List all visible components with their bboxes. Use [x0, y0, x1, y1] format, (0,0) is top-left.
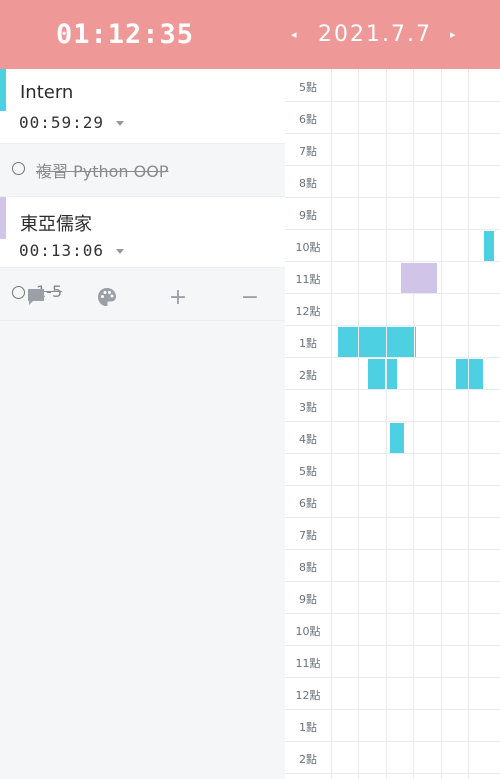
time-block[interactable]	[390, 423, 404, 453]
grid-row-line	[285, 229, 500, 230]
time-block[interactable]	[401, 263, 437, 293]
grid-row-line	[285, 773, 500, 774]
task-timer: 00:59:29	[19, 113, 105, 132]
time-block[interactable]	[387, 359, 397, 389]
time-block[interactable]	[415, 327, 416, 357]
task-name: Intern	[20, 82, 74, 103]
add-button[interactable]: +	[166, 286, 190, 310]
grid-column-line	[386, 69, 387, 779]
hour-label: 11點	[295, 657, 321, 670]
hour-label: 7點	[299, 529, 317, 542]
task-timer: 00:13:06	[19, 241, 105, 260]
task-color-bar	[0, 69, 6, 111]
grid-row-line	[285, 645, 500, 646]
hour-label: 9點	[299, 593, 317, 606]
hour-label: 8點	[299, 561, 317, 574]
completed-checkbox[interactable]	[12, 162, 25, 175]
remove-button[interactable]: −	[238, 286, 262, 310]
hour-label: 6點	[299, 497, 317, 510]
grid-row-line	[285, 421, 500, 422]
task-panel: Intern 00:59:29 複習 Python OOP 東亞儒家 00:13…	[0, 69, 285, 779]
palette-icon[interactable]	[95, 286, 119, 310]
grid-column-line	[441, 69, 442, 779]
grid-row-line	[285, 677, 500, 678]
hour-label: 3點	[299, 401, 317, 414]
grid-row-line	[285, 197, 500, 198]
hour-label: 10點	[295, 241, 321, 254]
time-block[interactable]	[387, 327, 414, 357]
hour-label: 9點	[299, 209, 317, 222]
time-block[interactable]	[359, 327, 386, 357]
grid-column-line	[468, 69, 469, 779]
grid-row-line	[285, 485, 500, 486]
hour-label: 10點	[295, 625, 321, 638]
grid-row-line	[285, 389, 500, 390]
hour-label: 4點	[299, 433, 317, 446]
hour-label: 12點	[295, 689, 321, 702]
hour-label: 2點	[299, 369, 317, 382]
time-block[interactable]	[469, 359, 483, 389]
hour-label: 12點	[295, 305, 321, 318]
grid-row-line	[285, 741, 500, 742]
task-color-bar	[0, 197, 6, 239]
grid-column-line	[331, 69, 332, 779]
hour-label: 2點	[299, 753, 317, 766]
grid-row-line	[285, 549, 500, 550]
completed-item[interactable]: 複習 Python OOP	[0, 144, 285, 197]
grid-row-line	[285, 325, 500, 326]
grid-row-line	[285, 453, 500, 454]
comment-icon[interactable]	[24, 286, 48, 310]
grid-column-line	[358, 69, 359, 779]
completed-label: 複習 Python OOP	[36, 162, 169, 181]
chevron-down-icon[interactable]	[116, 121, 124, 126]
hour-label: 6點	[299, 113, 317, 126]
time-block[interactable]	[368, 359, 385, 389]
task-item[interactable]: Intern 00:59:29	[0, 69, 285, 144]
grid-row-line	[285, 613, 500, 614]
time-block[interactable]	[338, 327, 358, 357]
grid-row-line	[285, 293, 500, 294]
current-date: 2021.7.7	[318, 22, 432, 47]
grid-row-line	[285, 357, 500, 358]
grid-row-line	[285, 517, 500, 518]
task-name: 東亞儒家	[20, 214, 92, 235]
hour-label: 1點	[299, 337, 317, 350]
hour-label: 5點	[299, 465, 317, 478]
grid-row-line	[285, 101, 500, 102]
time-block[interactable]	[484, 231, 494, 261]
hour-label: 1點	[299, 721, 317, 734]
prev-day-icon[interactable]: ◂	[291, 0, 297, 69]
grid-row-line	[285, 261, 500, 262]
hour-label: 8點	[299, 177, 317, 190]
next-day-icon[interactable]: ▸	[450, 0, 456, 69]
hour-label: 5點	[299, 81, 317, 94]
grid-row-line	[285, 581, 500, 582]
task-item[interactable]: 東亞儒家 00:13:06	[0, 197, 285, 268]
time-grid[interactable]: 5點 6點 7點 8點 9點 10點 11點 12點 1點 2點 3點 4點 5點 6點 7點 8點 9點 10點…	[285, 69, 500, 779]
grid-row-line	[285, 709, 500, 710]
hour-label: 7點	[299, 145, 317, 158]
grid-row-line	[285, 133, 500, 134]
time-block[interactable]	[456, 359, 468, 389]
chevron-down-icon[interactable]	[116, 249, 124, 254]
hour-label: 11點	[295, 273, 321, 286]
elapsed-clock: 01:12:35	[55, 19, 195, 50]
grid-column-line	[413, 69, 414, 779]
app-header: 01:12:35 ◂ 2021.7.7 ▸	[0, 0, 500, 69]
grid-row-line	[285, 165, 500, 166]
